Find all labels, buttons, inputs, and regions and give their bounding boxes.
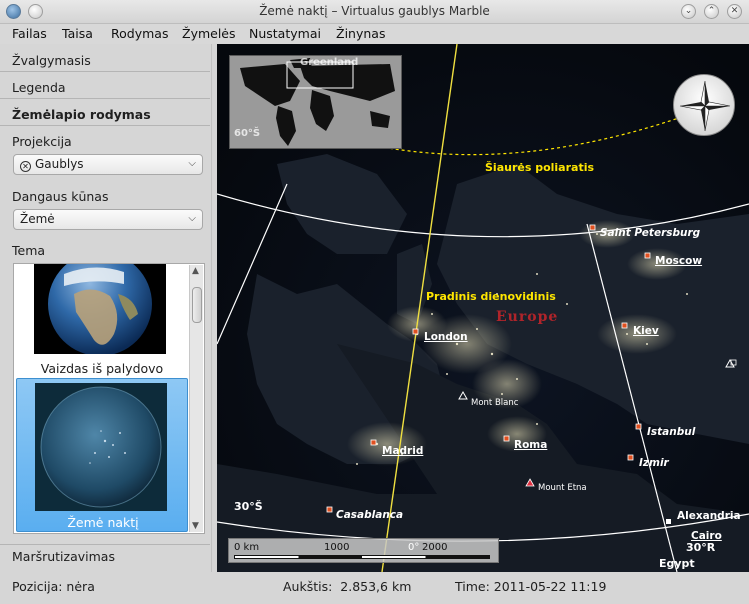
- city-label[interactable]: Istanbul: [647, 426, 695, 438]
- satellite-thumbnail: [34, 264, 166, 354]
- side-panel: Žvalgymasis Legenda Žemėlapio rodymas Pr…: [0, 44, 215, 572]
- peak-label[interactable]: Mont Blanc: [471, 398, 518, 408]
- altitude-status: Aukštis: 2.853,6 km: [283, 579, 412, 594]
- chevron-down-icon: ⌵: [188, 158, 196, 169]
- section-map-view-label: Žemėlapio rodymas: [12, 107, 151, 122]
- section-navigation-label: Žvalgymasis: [12, 53, 91, 68]
- section-legend-label: Legenda: [12, 80, 66, 95]
- chevron-down-icon: ⌵: [188, 213, 196, 224]
- menu-file[interactable]: Failas: [12, 26, 47, 41]
- projection-value: Gaublys: [35, 157, 84, 171]
- scale-label-2000: 2000: [422, 542, 448, 553]
- compass-rose-icon: [679, 80, 731, 132]
- chevron-up-icon: ⌃: [707, 6, 716, 16]
- scale-overlay-text: 0°: [408, 542, 420, 553]
- alexandria-marker: [666, 519, 671, 524]
- time-status: Time: 2011-05-22 11:19: [455, 579, 607, 594]
- scale-label-0: 0 km: [234, 542, 260, 553]
- title-bar: Žemė naktį – Virtualus gaublys Marble ⌄ …: [0, 0, 749, 24]
- city-label[interactable]: Moscow: [655, 255, 702, 267]
- chevron-down-icon: ⌄: [684, 6, 693, 16]
- theme-list-scrollbar[interactable]: ▲ ▼: [189, 265, 203, 532]
- theme-item-label: Vaizdas iš palydovo: [40, 361, 164, 376]
- arctic-circle-label: Šiaurės poliaratis: [485, 161, 595, 174]
- scroll-down-icon[interactable]: ▼: [192, 521, 199, 531]
- window-title: Žemė naktį – Virtualus gaublys Marble: [259, 4, 490, 18]
- dock-splitter[interactable]: [211, 44, 215, 572]
- menu-help[interactable]: Žinynas: [336, 26, 385, 41]
- theme-item-label: Žemė naktį: [67, 515, 139, 530]
- city-label[interactable]: Roma: [514, 439, 547, 451]
- country-label: Egypt: [659, 557, 695, 570]
- europe-label: Europe: [496, 309, 559, 325]
- close-button[interactable]: ✕: [727, 4, 742, 19]
- status-bar: Pozicija: nėra Aukštis: 2.853,6 km Time:…: [0, 572, 749, 604]
- menu-settings[interactable]: Nustatymai: [249, 26, 321, 41]
- celestial-body-select[interactable]: Žemė ⌵: [13, 209, 203, 230]
- overview-map[interactable]: Greenland 60°Š: [229, 55, 402, 149]
- compass[interactable]: [673, 74, 735, 136]
- globe-icon: ✕: [20, 161, 31, 172]
- maximize-button[interactable]: ⌃: [704, 4, 719, 19]
- section-map-view[interactable]: Žemėlapio rodymas: [0, 102, 210, 126]
- overview-latitude-label: 60°Š: [234, 128, 261, 139]
- celestial-body-label: Dangaus kūnas: [12, 189, 109, 204]
- projection-label: Projekcija: [12, 134, 72, 149]
- section-navigation[interactable]: Žvalgymasis: [0, 48, 210, 72]
- menu-view[interactable]: Rodymas: [111, 26, 168, 41]
- prime-meridian-label: Pradinis dienovidinis: [426, 290, 556, 303]
- menu-edit[interactable]: Taisa: [62, 26, 93, 41]
- city-label[interactable]: Alexandria: [677, 510, 741, 522]
- scale-label-1000: 1000: [324, 542, 350, 553]
- minimize-button[interactable]: ⌄: [681, 4, 696, 19]
- city-label[interactable]: Casablanca: [336, 509, 403, 521]
- menu-bookmarks[interactable]: Žymelės: [182, 26, 236, 41]
- close-icon: ✕: [730, 6, 739, 16]
- latitude-30-label: 30°Š: [234, 500, 263, 513]
- celestial-body-value: Žemė: [20, 212, 55, 226]
- theme-item-satellite[interactable]: Vaizdas iš palydovo: [16, 264, 188, 376]
- menu-bar: Failas Taisa Rodymas Žymelės Nustatymai …: [0, 24, 749, 44]
- earth-night-thumbnail: [35, 383, 167, 511]
- city-label[interactable]: Madrid: [382, 445, 423, 457]
- scrollbar-thumb[interactable]: [192, 287, 202, 323]
- city-label[interactable]: London: [424, 331, 468, 343]
- theme-list[interactable]: Vaizdas iš palydovo Žemė naktį ▲ ▼: [13, 263, 205, 534]
- scroll-up-icon[interactable]: ▲: [192, 266, 199, 276]
- section-routing[interactable]: Maršrutizavimas: [0, 544, 210, 568]
- map-view[interactable]: Šiaurės poliaratis Pradinis dienovidinis…: [217, 44, 749, 572]
- theme-item-earth-night[interactable]: Žemė naktį: [16, 378, 188, 532]
- section-legend[interactable]: Legenda: [0, 75, 210, 99]
- section-routing-label: Maršrutizavimas: [12, 549, 115, 564]
- position-status: Pozicija: nėra: [12, 579, 95, 594]
- city-label[interactable]: Cairo: [691, 530, 722, 542]
- theme-label: Tema: [12, 243, 46, 258]
- peak-label[interactable]: Mount Etna: [538, 483, 587, 493]
- city-label[interactable]: Kiev: [633, 325, 659, 337]
- city-label[interactable]: Izmir: [639, 457, 669, 469]
- overview-greenland-label: Greenland: [300, 57, 359, 68]
- scale-bar: 0 km 1000 0° 2000: [228, 538, 499, 563]
- city-label[interactable]: Saint Petersburg: [600, 227, 700, 239]
- projection-select[interactable]: ✕ Gaublys ⌵: [13, 154, 203, 175]
- scale-ruler: [234, 555, 490, 559]
- longitude-30-label: 30°R: [686, 541, 716, 554]
